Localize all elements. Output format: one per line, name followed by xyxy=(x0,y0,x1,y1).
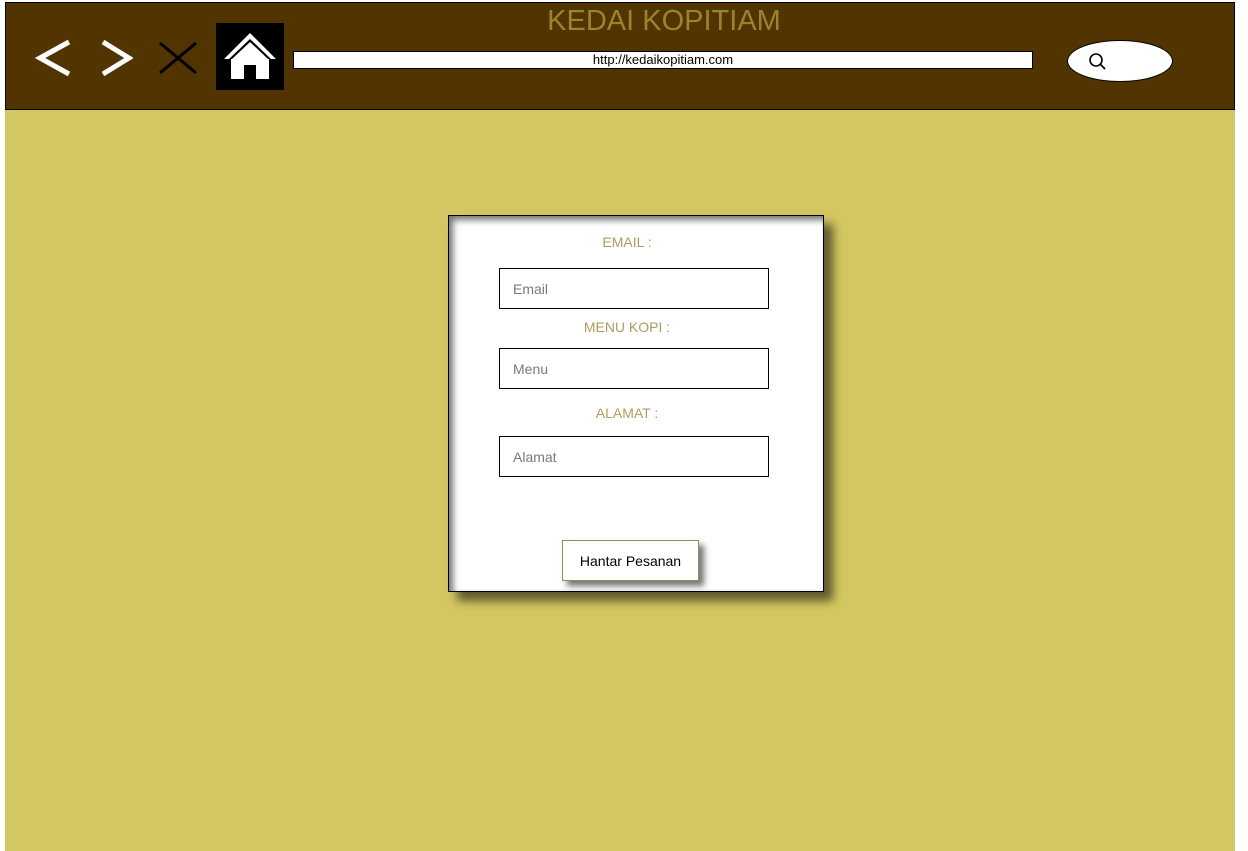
submit-order-button[interactable]: Hantar Pesanan xyxy=(562,540,699,581)
site-title: KEDAI KOPITIAM xyxy=(547,5,781,37)
home-icon xyxy=(224,33,276,79)
email-field[interactable] xyxy=(499,268,769,309)
home-button[interactable] xyxy=(216,23,284,90)
alamat-field[interactable] xyxy=(499,436,769,477)
close-icon[interactable] xyxy=(158,41,198,75)
browser-page: KEDAI KOPITIAM http://kedaikopitiam.com … xyxy=(0,0,1248,851)
search-button[interactable] xyxy=(1067,40,1173,82)
order-form: EMAIL : MENU KOPI : ALAMAT : Hantar Pesa… xyxy=(448,215,824,592)
alamat-label: ALAMAT : xyxy=(595,405,659,421)
menu-label: MENU KOPI : xyxy=(583,319,671,335)
address-bar[interactable] xyxy=(293,51,1033,69)
page-frame: KEDAI KOPITIAM http://kedaikopitiam.com … xyxy=(5,2,1235,851)
email-label: EMAIL : xyxy=(602,234,652,250)
search-icon xyxy=(1089,53,1106,70)
browser-toolbar: KEDAI KOPITIAM xyxy=(5,2,1235,110)
menu-field[interactable] xyxy=(499,348,769,389)
chevron-left-icon[interactable] xyxy=(35,38,73,78)
chevron-right-icon[interactable] xyxy=(99,38,133,78)
